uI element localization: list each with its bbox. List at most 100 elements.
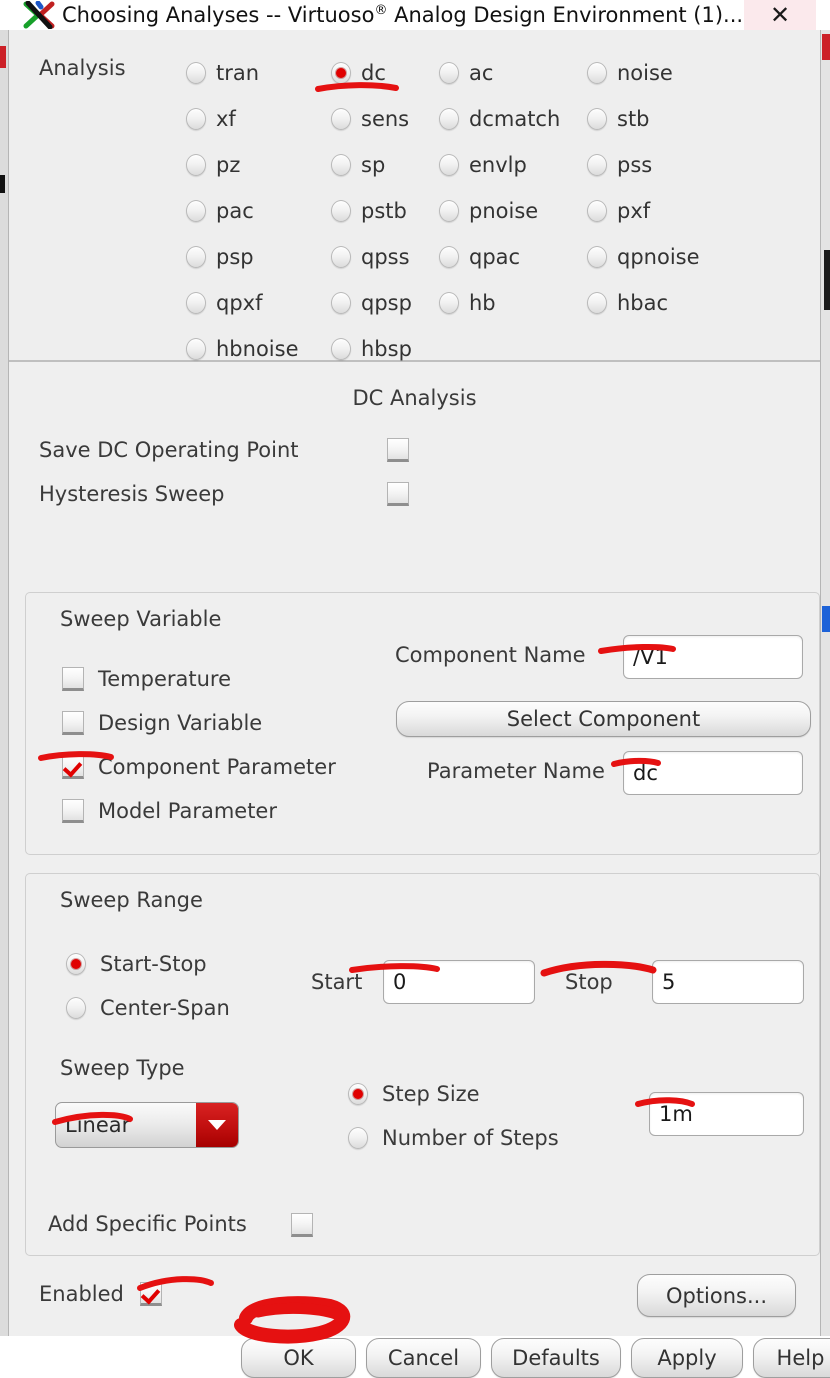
sweep-range-mode-start-stop[interactable]: Start-Stop xyxy=(66,952,207,976)
sweep-variable-option-model-parameter[interactable]: Model Parameter xyxy=(62,799,277,823)
close-icon[interactable]: ✕ xyxy=(744,0,816,30)
radio-icon[interactable] xyxy=(439,62,459,84)
radio-icon[interactable] xyxy=(587,292,607,314)
left-red-sliver xyxy=(0,46,6,68)
parameter-name-input[interactable]: dc xyxy=(623,751,803,795)
radio-icon[interactable] xyxy=(439,246,459,268)
analysis-option-pac[interactable]: pac xyxy=(186,199,331,223)
radio-icon[interactable] xyxy=(186,108,206,130)
radio-icon[interactable] xyxy=(587,62,607,84)
radio-icon[interactable] xyxy=(439,154,459,176)
ok-button[interactable]: OK xyxy=(241,1338,356,1378)
radio-icon[interactable] xyxy=(587,246,607,268)
sweep-range-title: Sweep Range xyxy=(60,888,203,912)
apply-button[interactable]: Apply xyxy=(631,1338,743,1378)
analysis-option-pxf[interactable]: pxf xyxy=(587,199,650,223)
radio-icon[interactable] xyxy=(331,62,351,84)
hysteresis-sweep-checkbox[interactable] xyxy=(387,482,409,506)
radio-icon[interactable] xyxy=(66,997,86,1019)
component-name-input[interactable]: /V1 xyxy=(623,635,803,679)
select-component-button[interactable]: Select Component xyxy=(396,701,811,737)
radio-icon[interactable] xyxy=(587,200,607,222)
step-size-input[interactable]: 1m xyxy=(649,1092,804,1136)
radio-icon[interactable] xyxy=(439,292,459,314)
sweep-variable-option-design-variable[interactable]: Design Variable xyxy=(62,711,262,735)
start-stop-label: Start-Stop xyxy=(100,952,207,976)
step-mode-number-of-steps[interactable]: Number of Steps xyxy=(348,1126,559,1150)
analysis-option-pz[interactable]: pz xyxy=(186,153,331,177)
model-parameter-checkbox[interactable] xyxy=(62,799,84,823)
radio-icon[interactable] xyxy=(439,108,459,130)
radio-icon[interactable] xyxy=(331,154,351,176)
radio-icon[interactable] xyxy=(186,338,206,360)
save-dc-operating-point-checkbox[interactable] xyxy=(387,438,409,462)
defaults-button[interactable]: Defaults xyxy=(491,1338,621,1378)
radio-icon[interactable] xyxy=(331,200,351,222)
step-mode-step-size[interactable]: Step Size xyxy=(348,1082,480,1106)
analysis-option-stb[interactable]: stb xyxy=(587,107,650,131)
analysis-option-dcmatch[interactable]: dcmatch xyxy=(439,107,587,131)
radio-icon[interactable] xyxy=(331,246,351,268)
analysis-option-qpsp[interactable]: qpsp xyxy=(331,291,439,315)
sweep-variable-title: Sweep Variable xyxy=(60,607,222,631)
analysis-option-pstb[interactable]: pstb xyxy=(331,199,439,223)
analysis-option-qpnoise[interactable]: qpnoise xyxy=(587,245,700,269)
help-button[interactable]: Help xyxy=(753,1338,830,1378)
options-button[interactable]: Options... xyxy=(637,1274,796,1317)
radio-icon[interactable] xyxy=(331,108,351,130)
analysis-option-dc[interactable]: dc xyxy=(331,61,439,85)
cancel-button[interactable]: Cancel xyxy=(366,1338,481,1378)
sweep-type-dropdown[interactable]: Linear xyxy=(55,1102,239,1148)
analysis-row: xf sens dcmatch stb xyxy=(186,96,816,142)
radio-icon[interactable] xyxy=(331,292,351,314)
radio-icon[interactable] xyxy=(186,154,206,176)
window-title: Choosing Analyses -- Virtuoso® Analog De… xyxy=(62,3,743,27)
analysis-option-pss[interactable]: pss xyxy=(587,153,652,177)
sweep-variable-option-temperature[interactable]: Temperature xyxy=(62,667,231,691)
start-input[interactable]: 0 xyxy=(383,960,535,1004)
component-parameter-checkbox[interactable] xyxy=(62,755,84,779)
analysis-option-label: qpss xyxy=(361,245,410,269)
sweep-range-mode-center-span[interactable]: Center-Span xyxy=(66,996,230,1020)
analysis-option-envlp[interactable]: envlp xyxy=(439,153,587,177)
radio-icon[interactable] xyxy=(186,246,206,268)
add-specific-points-checkbox[interactable] xyxy=(291,1213,313,1237)
radio-icon[interactable] xyxy=(186,292,206,314)
analysis-option-label: hbnoise xyxy=(216,337,299,361)
sweep-variable-option-component-parameter[interactable]: Component Parameter xyxy=(62,755,336,779)
analysis-option-qpac[interactable]: qpac xyxy=(439,245,587,269)
analysis-option-sens[interactable]: sens xyxy=(331,107,439,131)
design-variable-checkbox[interactable] xyxy=(62,711,84,735)
radio-icon[interactable] xyxy=(348,1127,368,1149)
stop-input[interactable]: 5 xyxy=(652,960,804,1004)
analysis-option-xf[interactable]: xf xyxy=(186,107,331,131)
stop-label: Stop xyxy=(565,970,613,994)
temperature-checkbox[interactable] xyxy=(62,667,84,691)
analysis-option-psp[interactable]: psp xyxy=(186,245,331,269)
analysis-option-hbnoise[interactable]: hbnoise xyxy=(186,337,331,361)
analysis-option-hb[interactable]: hb xyxy=(439,291,587,315)
analysis-option-qpss[interactable]: qpss xyxy=(331,245,439,269)
analysis-label: Analysis xyxy=(39,56,126,80)
analysis-row: qpxf qpsp hb hbac xyxy=(186,280,816,326)
analysis-option-hbsp[interactable]: hbsp xyxy=(331,337,439,361)
radio-icon[interactable] xyxy=(331,338,351,360)
radio-icon[interactable] xyxy=(186,200,206,222)
chevron-down-icon[interactable] xyxy=(196,1103,238,1147)
radio-icon[interactable] xyxy=(66,953,86,975)
analysis-option-noise[interactable]: noise xyxy=(587,61,673,85)
analysis-option-pnoise[interactable]: pnoise xyxy=(439,199,587,223)
analysis-option-hbac[interactable]: hbac xyxy=(587,291,668,315)
hysteresis-sweep-row: Hysteresis Sweep xyxy=(39,482,409,506)
analysis-option-sp[interactable]: sp xyxy=(331,153,439,177)
analysis-option-qpxf[interactable]: qpxf xyxy=(186,291,331,315)
radio-icon[interactable] xyxy=(186,62,206,84)
radio-icon[interactable] xyxy=(348,1083,368,1105)
radio-icon[interactable] xyxy=(587,108,607,130)
radio-icon[interactable] xyxy=(587,154,607,176)
analysis-option-tran[interactable]: tran xyxy=(186,61,331,85)
radio-icon[interactable] xyxy=(439,200,459,222)
enabled-checkbox[interactable] xyxy=(139,1282,162,1306)
analysis-row: pac pstb pnoise pxf xyxy=(186,188,816,234)
analysis-option-ac[interactable]: ac xyxy=(439,61,587,85)
